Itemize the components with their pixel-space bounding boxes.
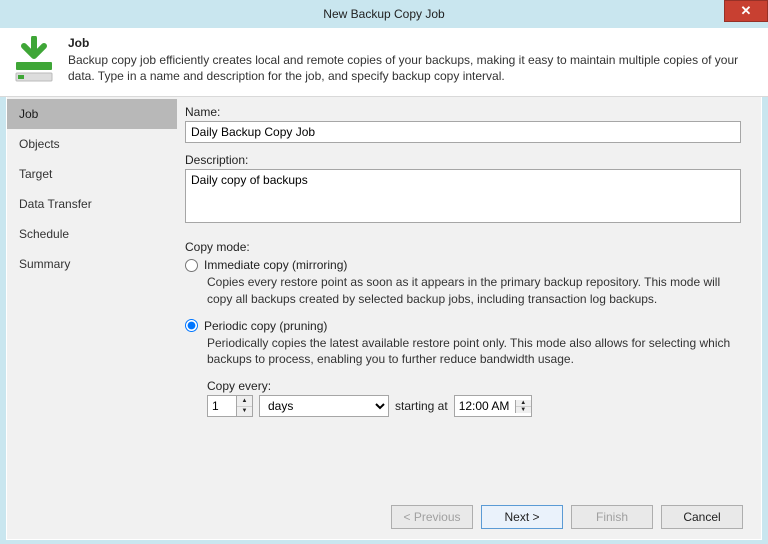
sidebar-item-label: Job (19, 107, 38, 121)
radio-immediate-desc: Copies every restore point as soon as it… (207, 274, 741, 306)
stepper-up-icon[interactable]: ▲ (516, 400, 531, 407)
sidebar-item-target[interactable]: Target (7, 159, 177, 189)
copy-mode-label: Copy mode: (185, 240, 741, 254)
header-title: Job (68, 36, 758, 50)
stepper-down-icon[interactable]: ▼ (516, 407, 531, 413)
sidebar-item-objects[interactable]: Objects (7, 129, 177, 159)
starting-at-time[interactable]: ▲ ▼ (454, 395, 532, 417)
sidebar-item-data-transfer[interactable]: Data Transfer (7, 189, 177, 219)
sidebar-item-label: Summary (19, 257, 70, 271)
next-button[interactable]: Next > (481, 505, 563, 529)
backup-copy-icon (10, 36, 58, 84)
copy-every-value[interactable] (208, 396, 236, 416)
radio-immediate-copy[interactable]: Immediate copy (mirroring) (185, 258, 741, 272)
stepper-down-icon[interactable]: ▼ (237, 407, 252, 417)
previous-button: < Previous (391, 505, 473, 529)
window-title: New Backup Copy Job (323, 7, 444, 21)
starting-at-label: starting at (395, 399, 448, 413)
close-button[interactable]: ✕ (724, 0, 768, 22)
close-icon: ✕ (741, 3, 752, 19)
name-field[interactable] (185, 121, 741, 143)
finish-button: Finish (571, 505, 653, 529)
radio-periodic-label: Periodic copy (pruning) (204, 319, 327, 333)
copy-every-stepper[interactable]: ▲ ▼ (207, 395, 253, 417)
wizard-header: Job Backup copy job efficiently creates … (0, 28, 768, 97)
time-stepper-buttons: ▲ ▼ (515, 400, 531, 413)
stepper-buttons: ▲ ▼ (236, 396, 252, 416)
radio-immediate-label: Immediate copy (mirroring) (204, 258, 347, 272)
description-label: Description: (185, 153, 741, 167)
cancel-button[interactable]: Cancel (661, 505, 743, 529)
copy-every-label: Copy every: (207, 379, 741, 393)
description-field[interactable] (185, 169, 741, 223)
sidebar-item-label: Objects (19, 137, 60, 151)
wizard-content: Name: Description: Copy mode: Immediate … (177, 97, 761, 495)
header-text: Job Backup copy job efficiently creates … (68, 36, 758, 84)
sidebar-item-label: Schedule (19, 227, 69, 241)
copy-every-unit-select[interactable]: dayshoursminutes (259, 395, 389, 417)
copy-every-row: ▲ ▼ dayshoursminutes starting at ▲ ▼ (207, 395, 741, 417)
stepper-up-icon[interactable]: ▲ (237, 396, 252, 407)
radio-periodic-desc: Periodically copies the latest available… (207, 335, 741, 367)
starting-at-value[interactable] (455, 399, 515, 413)
radio-periodic-copy[interactable]: Periodic copy (pruning) (185, 319, 741, 333)
name-label: Name: (185, 105, 741, 119)
radio-immediate-input[interactable] (185, 259, 198, 272)
wizard-window: New Backup Copy Job ✕ Job Backup copy jo… (0, 0, 768, 544)
sidebar-item-job[interactable]: Job (7, 99, 177, 129)
radio-periodic-input[interactable] (185, 319, 198, 332)
wizard-body: Job Objects Target Data Transfer Schedul… (6, 97, 762, 495)
wizard-footer: < Previous Next > Finish Cancel (6, 495, 762, 540)
titlebar: New Backup Copy Job ✕ (0, 0, 768, 28)
sidebar-item-label: Target (19, 167, 52, 181)
sidebar-item-schedule[interactable]: Schedule (7, 219, 177, 249)
sidebar-item-summary[interactable]: Summary (7, 249, 177, 279)
sidebar-item-label: Data Transfer (19, 197, 92, 211)
copy-every-section: Copy every: ▲ ▼ dayshoursminutes startin… (207, 379, 741, 417)
header-description: Backup copy job efficiently creates loca… (68, 52, 758, 84)
wizard-sidebar: Job Objects Target Data Transfer Schedul… (7, 97, 177, 495)
